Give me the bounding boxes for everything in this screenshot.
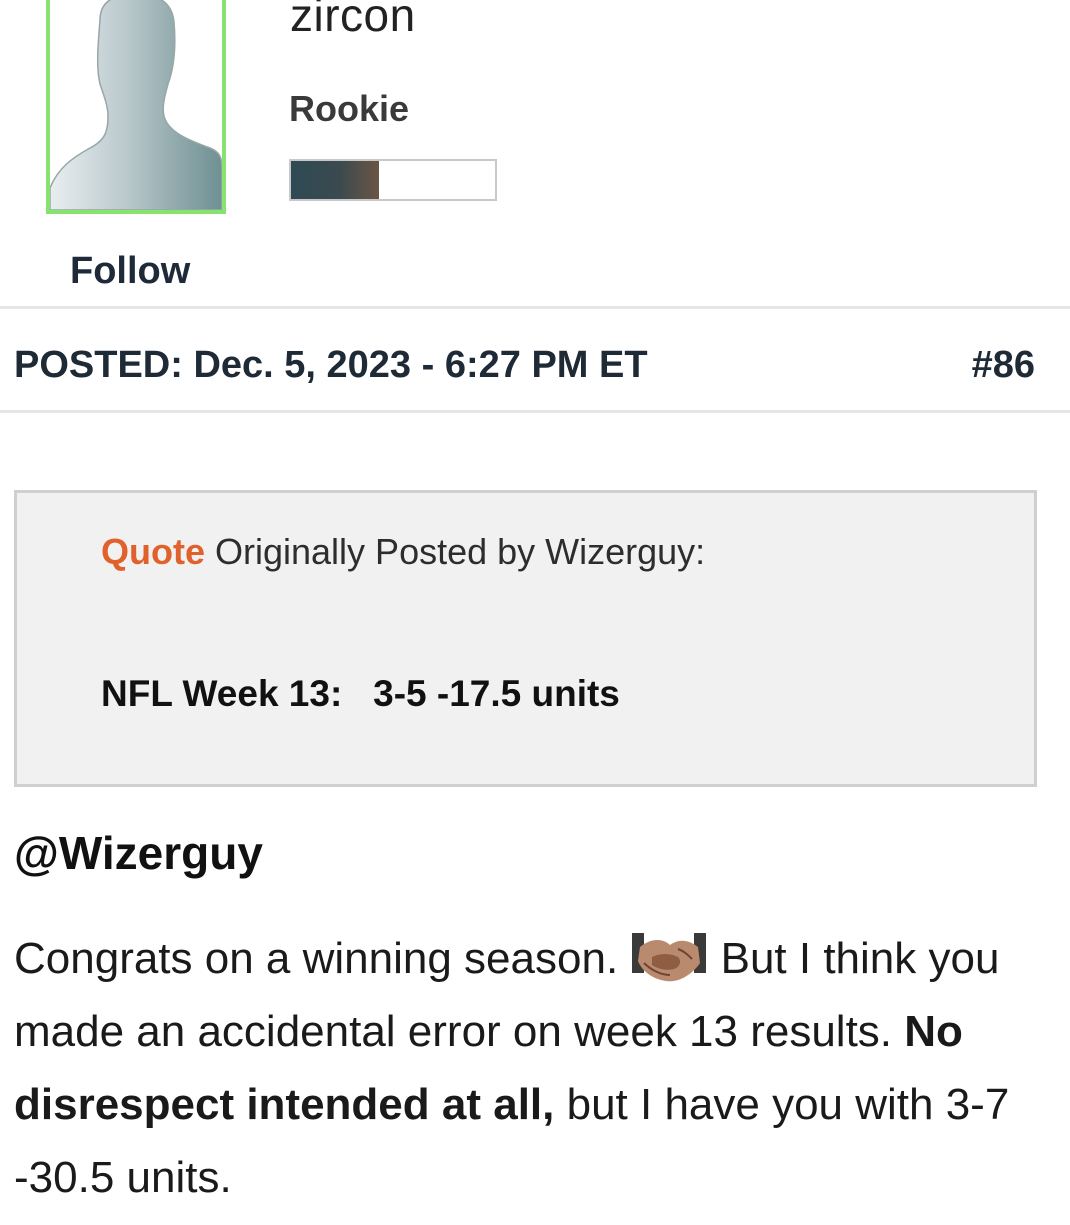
author-username[interactable]: zircon [290, 0, 416, 42]
post-body: Congrats on a winning season. But I thin… [14, 922, 1054, 1214]
quote-body: NFL Week 13: 3-5 -17.5 units [101, 673, 620, 714]
default-avatar-silhouette-icon [50, 0, 222, 210]
forum-post: zircon Rookie Follow POSTED: Dec. 5, 202… [0, 0, 1070, 1225]
post-number-link[interactable]: #86 [972, 344, 1035, 387]
avatar[interactable] [46, 0, 226, 214]
rank-progress-bar [289, 159, 497, 201]
quote-attribution: Originally Posted by Wizerguy: [205, 531, 706, 572]
divider [0, 306, 1070, 309]
quote-block: Quote Originally Posted by Wizerguy: NFL… [14, 490, 1037, 787]
quote-label: Quote [101, 531, 205, 572]
follow-button[interactable]: Follow [70, 250, 190, 293]
author-rank: Rookie [289, 88, 410, 129]
divider [0, 410, 1070, 413]
handshake-icon [630, 927, 708, 987]
rank-progress-fill [291, 161, 379, 199]
post-text: Congrats on a winning season. [14, 934, 631, 983]
quote-header: Quote Originally Posted by Wizerguy: [101, 531, 705, 573]
post-timestamp: POSTED: Dec. 5, 2023 - 6:27 PM ET [14, 344, 648, 386]
user-mention-link[interactable]: @Wizerguy [14, 826, 263, 880]
